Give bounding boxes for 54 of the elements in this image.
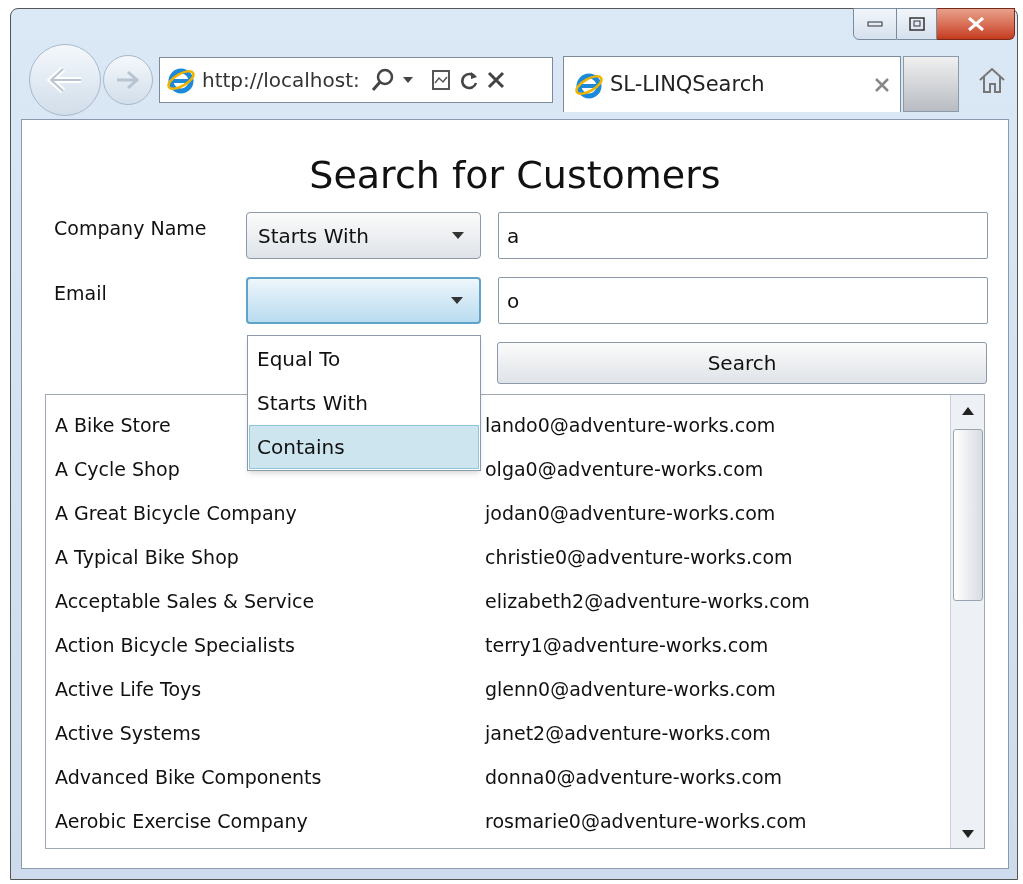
company-cell-text: Acceptable Sales & Service bbox=[55, 588, 315, 614]
browser-tab[interactable]: SL-LINQSearch bbox=[563, 56, 901, 112]
company-cell-text: A Great Bicycle Company bbox=[55, 500, 297, 526]
caret-icon[interactable] bbox=[401, 76, 414, 84]
dropdown-option[interactable]: Contains bbox=[249, 425, 479, 469]
scrollbar[interactable] bbox=[950, 395, 984, 848]
stop-icon[interactable] bbox=[485, 70, 506, 90]
company-cell-text: Active Life Toys bbox=[55, 676, 202, 702]
dropdown-caret-icon bbox=[451, 297, 463, 304]
dropdown-caret-icon bbox=[452, 232, 464, 239]
company-cell-text: A Typical Bike Shop bbox=[55, 544, 239, 570]
search-icon[interactable] bbox=[369, 67, 396, 93]
minimize-icon bbox=[867, 21, 883, 27]
home-icon[interactable] bbox=[977, 65, 1007, 95]
email-cell-text: lando0@adventure-works.com bbox=[485, 412, 776, 438]
email-cell-text: glenn0@adventure-works.com bbox=[485, 676, 776, 702]
dropdown-option[interactable]: Starts With bbox=[249, 381, 479, 425]
email-cell-text: donna0@adventure-works.com bbox=[485, 764, 783, 790]
search-value-field[interactable]: a bbox=[498, 212, 988, 259]
email-cell-text: terry1@adventure-works.com bbox=[485, 632, 769, 658]
close-icon[interactable] bbox=[874, 76, 890, 93]
minimize-button[interactable] bbox=[853, 8, 897, 40]
email-cell-text: elizabeth2@adventure-works.com bbox=[485, 588, 810, 614]
maximize-icon bbox=[908, 17, 925, 31]
company-cell-text: Advanced Bike Components bbox=[55, 764, 322, 790]
address-text: http://localhost: bbox=[202, 67, 360, 94]
operator-dropdown[interactable]: Starts With bbox=[246, 212, 481, 259]
email-cell-text: olga0@adventure-works.com bbox=[485, 456, 764, 482]
email-cell-text: janet2@adventure-works.com bbox=[485, 720, 771, 746]
company-cell-text: Action Bicycle Specialists bbox=[55, 632, 295, 658]
field-label: Company Name bbox=[53, 216, 208, 241]
address-bar[interactable]: http://localhost: bbox=[159, 57, 553, 103]
scroll-up-arrow-icon[interactable] bbox=[961, 407, 974, 415]
company-cell-text: A Cycle Shop bbox=[55, 456, 180, 482]
company-cell-text: Active Systems bbox=[55, 720, 201, 746]
search-button[interactable]: Search bbox=[497, 342, 987, 384]
company-cell-text: A Bike Store bbox=[55, 412, 171, 438]
tab-title: SL-LINQSearch bbox=[610, 70, 765, 98]
company-cell-text: Aerobic Exercise Company bbox=[55, 808, 308, 834]
email-cell-text: jodan0@adventure-works.com bbox=[485, 500, 776, 526]
close-button[interactable] bbox=[937, 8, 1015, 40]
page-title: Search for Customers bbox=[308, 153, 722, 197]
email-cell-text: christie0@adventure-works.com bbox=[485, 544, 793, 570]
dropdown-option[interactable]: Equal To bbox=[249, 337, 479, 381]
email-cell-text: rosmarie0@adventure-works.com bbox=[485, 808, 807, 834]
scroll-down-arrow-icon[interactable] bbox=[961, 830, 974, 838]
forward-arrow-icon bbox=[114, 69, 142, 91]
search-value-field[interactable]: o bbox=[498, 277, 988, 324]
maximize-button[interactable] bbox=[897, 8, 937, 40]
dropdown-value: Starts With bbox=[258, 222, 370, 250]
close-icon bbox=[966, 17, 985, 31]
scrollbar-thumb[interactable] bbox=[952, 429, 983, 601]
field-label: Email bbox=[53, 281, 108, 306]
compatibility-view-icon[interactable] bbox=[429, 69, 452, 91]
